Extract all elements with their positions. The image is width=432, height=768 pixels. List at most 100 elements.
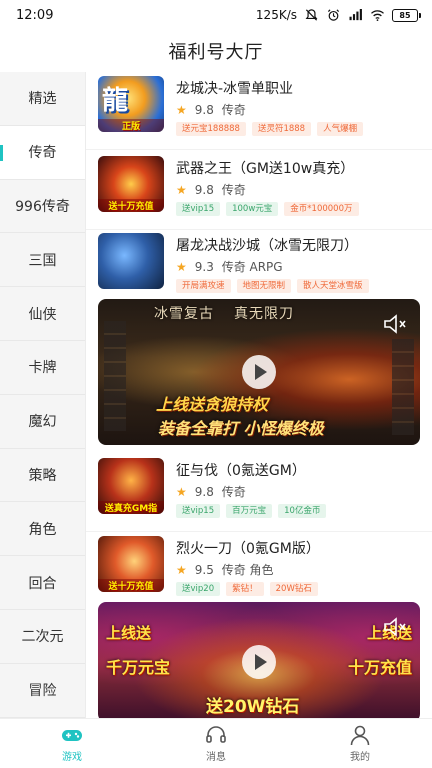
sidebar-item-xianxia[interactable]: 仙侠 [0, 287, 85, 341]
game-tag: 送vip20 [176, 582, 221, 596]
sidebar-item-label: 回合 [28, 575, 57, 592]
star-icon: ★ [176, 563, 187, 577]
video-banner[interactable]: 冰雪复古 真无限刀 上线送贪狼持权 装备全靠打 小怪爆终极 [98, 299, 420, 445]
game-tags: 送vip15 100w元宝 金币*100000万 [176, 202, 359, 216]
sidebar-item-sanguo[interactable]: 三国 [0, 233, 85, 288]
game-row[interactable]: 龍 正版 龙城决-冰雪单职业 ★ 9.8 传奇 送元宝188888 送灵符1888… [86, 72, 432, 150]
sidebar-item-huihe[interactable]: 回合 [0, 556, 85, 610]
alarm-icon [327, 9, 340, 21]
game-row[interactable]: 屠龙决战沙城（冰雪无限刀） ★ 9.3 传奇 ARPG 开局满攻速 地图无限制 散… [86, 229, 432, 307]
status-indicators: 125K/s 85 [255, 8, 421, 22]
speaker-mute-icon[interactable] [382, 616, 408, 638]
tab-profile[interactable]: 我的 [288, 719, 432, 768]
game-meta: ★ 9.5 传奇 角色 [176, 561, 274, 578]
play-icon[interactable] [242, 645, 276, 679]
game-genre: 传奇 角色 [221, 563, 274, 577]
video-caption: 上线送贪狼持权 [156, 395, 269, 414]
sidebar-item-label: 996传奇 [15, 198, 70, 215]
game-genre: 传奇 ARPG [221, 260, 283, 274]
tab-label: 我的 [350, 752, 370, 763]
thumbnail-logo-text: 龍 [102, 86, 129, 116]
category-sidebar: 精选 传奇 996传奇 三国 仙侠 卡牌 魔幻 策略 角色 回合 二次元 冒险 [0, 72, 86, 718]
game-title: 烈火一刀（0氪GM版） [176, 541, 320, 557]
video-side-panel [104, 321, 126, 431]
game-genre: 传奇 [221, 485, 246, 499]
game-thumbnail: 送十万充值 [98, 536, 164, 592]
video-caption: 送20W钻石 [206, 697, 300, 717]
game-meta: ★ 9.8 传奇 [176, 101, 246, 118]
headset-icon [206, 726, 226, 743]
video-promo-amount: 十万充值 [347, 658, 412, 677]
game-tag: 20W钻石 [269, 582, 318, 596]
game-tag: 送元宝188888 [176, 122, 246, 136]
sidebar-item-jingxuan[interactable]: 精选 [0, 72, 85, 126]
sidebar-item-mohuan[interactable]: 魔幻 [0, 395, 85, 449]
video-promo-amount: 千万元宝 [106, 658, 171, 677]
star-icon: ★ [176, 485, 187, 499]
status-time: 12:09 [16, 7, 54, 23]
mute-bell-icon [305, 9, 318, 21]
game-thumbnail: 送十万充值 [98, 156, 164, 212]
tab-messages[interactable]: 消息 [144, 719, 288, 768]
game-meta: ★ 9.3 传奇 ARPG [176, 258, 283, 275]
game-title: 屠龙决战沙城（冰雪无限刀） [176, 238, 358, 254]
thumbnail-caption: 送十万充值 [98, 199, 164, 212]
game-tag: 10亿金币 [278, 504, 327, 518]
wifi-icon [371, 10, 384, 21]
sidebar-item-label: 冒险 [28, 683, 57, 700]
sidebar-item-chuanqi[interactable]: 传奇 [0, 125, 85, 180]
play-icon[interactable] [242, 355, 276, 389]
game-rating: 9.8 [194, 485, 214, 499]
game-tag: 人气爆棚 [317, 122, 364, 136]
sidebar-item-juese[interactable]: 角色 [0, 502, 85, 557]
tab-games[interactable]: 游戏 [0, 719, 144, 768]
sidebar-item-label: 传奇 [28, 145, 57, 162]
star-icon: ★ [176, 103, 187, 117]
sidebar-item-996[interactable]: 996传奇 [0, 180, 85, 234]
game-tags: 送vip15 百万元宝 10亿金币 [176, 504, 327, 518]
sidebar-item-celue[interactable]: 策略 [0, 449, 85, 503]
network-speed: 125K/s [255, 8, 297, 22]
video-banner[interactable]: 上线送 千万元宝 上线送 十万充值 送20W钻石 [98, 602, 420, 718]
sidebar-item-label: 策略 [28, 467, 57, 484]
game-tags: 送元宝188888 送灵符1888 人气爆棚 [176, 122, 364, 136]
game-genre: 传奇 [221, 103, 246, 117]
sidebar-item-maoxian[interactable]: 冒险 [0, 664, 85, 718]
thumbnail-caption: 送十万充值 [98, 579, 164, 592]
star-icon: ★ [176, 260, 187, 274]
sidebar-item-label: 卡牌 [28, 360, 57, 377]
video-side-panel [392, 339, 414, 435]
game-row[interactable]: 送真充GM指 征与伐（0氪送GM） ★ 9.8 传奇 送vip15 百万元宝 10… [86, 454, 432, 532]
game-tag: 送vip15 [176, 504, 221, 518]
game-title: 征与伐（0氪送GM） [176, 463, 306, 479]
game-tag: 散人天堂冰雪版 [297, 279, 369, 293]
signal-icon [349, 9, 362, 21]
sidebar-item-label: 二次元 [21, 629, 64, 646]
star-icon: ★ [176, 183, 187, 197]
sidebar-item-label: 角色 [28, 521, 57, 538]
game-rating: 9.8 [194, 183, 214, 197]
speaker-mute-icon[interactable] [382, 313, 408, 335]
bottom-navigation: 游戏 消息 我的 [0, 718, 432, 768]
game-title: 龙城决-冰雪单职业 [176, 81, 294, 97]
game-thumbnail: 龍 正版 [98, 76, 164, 132]
sidebar-item-erciyuan[interactable]: 二次元 [0, 610, 85, 664]
game-tag: 100w元宝 [226, 202, 279, 216]
game-tags: 开局满攻速 地图无限制 散人天堂冰雪版 [176, 279, 369, 293]
sidebar-item-label: 魔幻 [28, 414, 57, 431]
game-row[interactable]: 送十万充值 武器之王（GM送10w真充） ★ 9.8 传奇 送vip15 100w… [86, 152, 432, 230]
game-row[interactable]: 送十万充值 烈火一刀（0氪GM版） ★ 9.5 传奇 角色 送vip20 紫钻！ … [86, 532, 432, 610]
game-tag: 地图无限制 [236, 279, 292, 293]
video-promo-text: 上线送 [106, 624, 152, 642]
video-caption: 装备全靠打 小怪爆终极 [158, 419, 324, 438]
game-thumbnail: 送真充GM指 [98, 458, 164, 514]
game-title: 武器之王（GM送10w真充） [176, 161, 355, 177]
gamepad-icon [62, 730, 82, 741]
sidebar-item-kapai[interactable]: 卡牌 [0, 341, 85, 395]
game-tag: 开局满攻速 [176, 279, 231, 293]
game-meta: ★ 9.8 传奇 [176, 181, 246, 198]
sidebar-item-label: 精选 [28, 91, 57, 108]
tab-label: 游戏 [62, 752, 82, 763]
sidebar-item-label: 仙侠 [28, 306, 57, 323]
game-tag: 百万元宝 [226, 504, 273, 518]
